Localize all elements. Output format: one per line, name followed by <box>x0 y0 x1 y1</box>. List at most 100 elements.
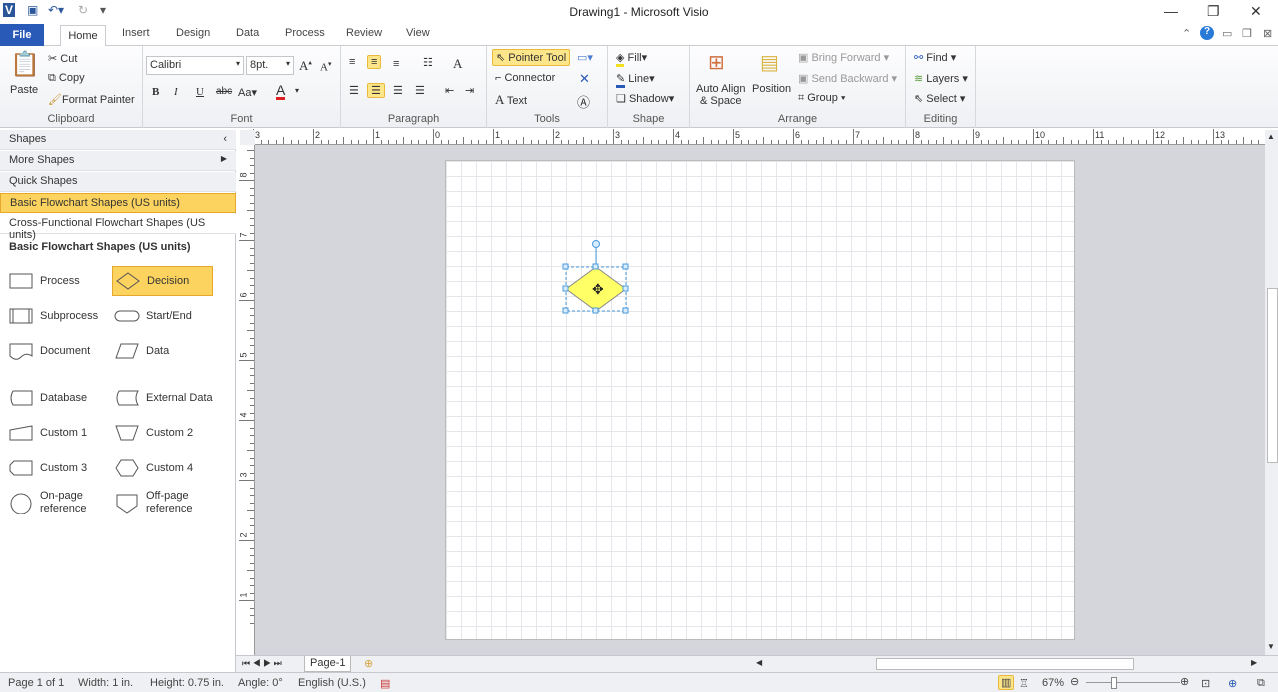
more-shapes-button[interactable]: More Shapes ▶ <box>0 151 236 171</box>
collapse-panel-icon[interactable]: ‹ <box>223 133 227 145</box>
tab-view[interactable]: View <box>406 27 430 39</box>
doc-restore-icon[interactable]: ❐ <box>1242 27 1252 40</box>
vertical-scroll-thumb[interactable] <box>1267 288 1278 463</box>
italic-button[interactable]: I <box>174 86 178 98</box>
insert-page-icon[interactable]: ⊕ <box>364 657 373 670</box>
stencil-item-custom-1[interactable]: Custom 1 <box>6 418 106 448</box>
text-tool-button[interactable]: A Text <box>495 92 527 108</box>
chevron-down-icon[interactable]: ▾ <box>295 86 299 95</box>
increase-indent-icon[interactable]: ⇥ <box>465 84 474 97</box>
restore-icon[interactable]: ❐ <box>1207 3 1220 20</box>
stencil-item-document[interactable]: Document <box>6 336 106 366</box>
horizontal-scroll-thumb[interactable] <box>876 658 1134 670</box>
text-block-icon[interactable]: A <box>453 56 462 72</box>
pointer-tool-button[interactable]: ⇖ Pointer Tool <box>492 49 571 66</box>
align-center-icon[interactable]: ☰ <box>367 83 385 98</box>
copy-button[interactable]: ⧉ Copy <box>48 72 85 85</box>
select-button[interactable]: ⇖ Select ▾ <box>914 92 965 105</box>
doc-close-icon[interactable]: ⊠ <box>1263 27 1272 40</box>
stencil-basic-flowchart[interactable]: Basic Flowchart Shapes (US units) <box>0 193 236 213</box>
send-backward-button[interactable]: ▣ Send Backward ▾ <box>798 72 897 85</box>
shape-angle[interactable]: Angle: 0° <box>238 677 283 689</box>
language[interactable]: English (U.S.) <box>298 677 366 689</box>
fill-button[interactable]: ◈ Fill▾ <box>616 51 647 67</box>
connector-button[interactable]: ⌐ Connector <box>495 72 555 84</box>
auto-align-icon[interactable]: ⊞ <box>708 50 725 75</box>
rotate-text-icon[interactable]: Ⓐ <box>577 92 590 111</box>
underline-button[interactable]: U <box>196 86 204 98</box>
shape-height[interactable]: Height: 0.75 in. <box>150 677 224 689</box>
zoom-in-icon[interactable]: ⊕ <box>1180 675 1189 688</box>
grow-font-icon[interactable]: A▴ <box>299 58 312 74</box>
paste-button[interactable]: Paste <box>10 84 38 96</box>
fit-page-icon[interactable]: ⊡ <box>1201 677 1210 690</box>
tab-insert[interactable]: Insert <box>122 27 150 39</box>
justify-icon[interactable]: ☰ <box>415 84 425 97</box>
auto-align-button[interactable]: Auto Align & Space <box>696 83 746 107</box>
page-nav-icons[interactable]: ⏮ ◀ ▶ ⏭ <box>242 658 282 669</box>
stencil-item-start-end[interactable]: Start/End <box>112 301 213 331</box>
presentation-mode-icon[interactable]: ♖ <box>1019 677 1029 690</box>
zoom-out-icon[interactable]: ⊖ <box>1070 675 1079 688</box>
quick-shapes-button[interactable]: Quick Shapes <box>0 172 236 192</box>
align-right-icon[interactable]: ☰ <box>393 84 403 97</box>
font-color-icon[interactable]: A <box>276 83 286 100</box>
tab-design[interactable]: Design <box>176 27 210 39</box>
group-button[interactable]: ⌗ Group ▾ <box>798 92 846 105</box>
decrease-indent-icon[interactable]: ⇤ <box>445 84 454 97</box>
stencil-item-external-data[interactable]: External Data <box>112 383 213 413</box>
align-top-icon[interactable]: ≡ <box>349 56 355 68</box>
paste-icon[interactable]: 📋 <box>10 50 40 79</box>
bold-button[interactable]: B <box>152 86 159 98</box>
scroll-up-icon[interactable]: ▲ <box>1267 132 1275 141</box>
scroll-left-icon[interactable]: ◀ <box>756 658 762 667</box>
tab-file[interactable]: File <box>0 24 44 46</box>
format-painter-button[interactable]: 🖌Format Painter <box>48 93 135 106</box>
normal-view-icon[interactable]: ▥ <box>998 675 1015 690</box>
bullets-icon[interactable]: ☷ <box>423 56 433 69</box>
stencil-item-decision[interactable]: Decision <box>112 266 213 296</box>
scroll-right-icon[interactable]: ▶ <box>1251 658 1257 667</box>
find-button[interactable]: ⚯ Find ▾ <box>914 51 956 64</box>
tab-home[interactable]: Home <box>60 25 106 47</box>
drawing-canvas[interactable]: ✥ <box>255 145 1265 655</box>
stencil-item-custom-4[interactable]: Custom 4 <box>112 453 213 483</box>
stencil-item-custom-2[interactable]: Custom 2 <box>112 418 213 448</box>
drawing-page[interactable]: ✥ <box>445 160 1075 640</box>
zoom-level[interactable]: 67% <box>1042 677 1064 689</box>
align-middle-icon[interactable]: ≡ <box>367 55 382 69</box>
zoom-slider-thumb[interactable] <box>1111 677 1118 689</box>
stencil-item-on-page-reference[interactable]: On-page reference <box>6 488 106 518</box>
macro-record-icon[interactable]: ▤ <box>380 677 390 690</box>
position-button[interactable]: Position <box>752 83 791 95</box>
pan-zoom-icon[interactable]: ⊕ <box>1228 677 1237 690</box>
change-case-button[interactable]: Aa▾ <box>238 86 257 99</box>
rectangle-tool-icon[interactable]: ▭▾ <box>577 51 593 64</box>
stencil-item-subprocess[interactable]: Subprocess <box>6 301 106 331</box>
layers-button[interactable]: ≋ Layers ▾ <box>914 72 968 85</box>
tab-review[interactable]: Review <box>346 27 382 39</box>
shape-width[interactable]: Width: 1 in. <box>78 677 133 689</box>
stencil-item-custom-3[interactable]: Custom 3 <box>6 453 106 483</box>
shadow-button[interactable]: ❏ Shadow▾ <box>616 92 674 105</box>
align-left-icon[interactable]: ☰ <box>349 84 359 97</box>
shrink-font-icon[interactable]: A▾ <box>320 60 331 74</box>
line-button[interactable]: ✎ Line▾ <box>616 72 655 88</box>
stencil-cross-functional[interactable]: Cross-Functional Flowchart Shapes (US un… <box>0 214 236 241</box>
cut-button[interactable]: ✂ Cut <box>48 52 77 65</box>
align-bottom-icon[interactable]: ≡ <box>393 58 399 70</box>
scroll-down-icon[interactable]: ▼ <box>1267 642 1275 651</box>
help-icon[interactable]: ? <box>1200 26 1214 40</box>
font-size-select[interactable]: 8pt. ▾ <box>246 56 294 75</box>
bring-forward-button[interactable]: ▣ Bring Forward ▾ <box>798 51 889 64</box>
stencil-item-data[interactable]: Data <box>112 336 213 366</box>
page-count[interactable]: Page 1 of 1 <box>8 677 64 689</box>
tab-data[interactable]: Data <box>236 27 259 39</box>
position-icon[interactable]: ▤ <box>760 50 779 75</box>
stencil-item-database[interactable]: Database <box>6 383 106 413</box>
zoom-slider[interactable] <box>1086 682 1180 683</box>
vertical-scrollbar[interactable]: ▲ ▼ <box>1265 130 1278 655</box>
page-tab[interactable]: Page-1 <box>304 656 352 672</box>
connection-point-icon[interactable]: ✕ <box>579 71 590 87</box>
tab-process[interactable]: Process <box>285 27 325 39</box>
